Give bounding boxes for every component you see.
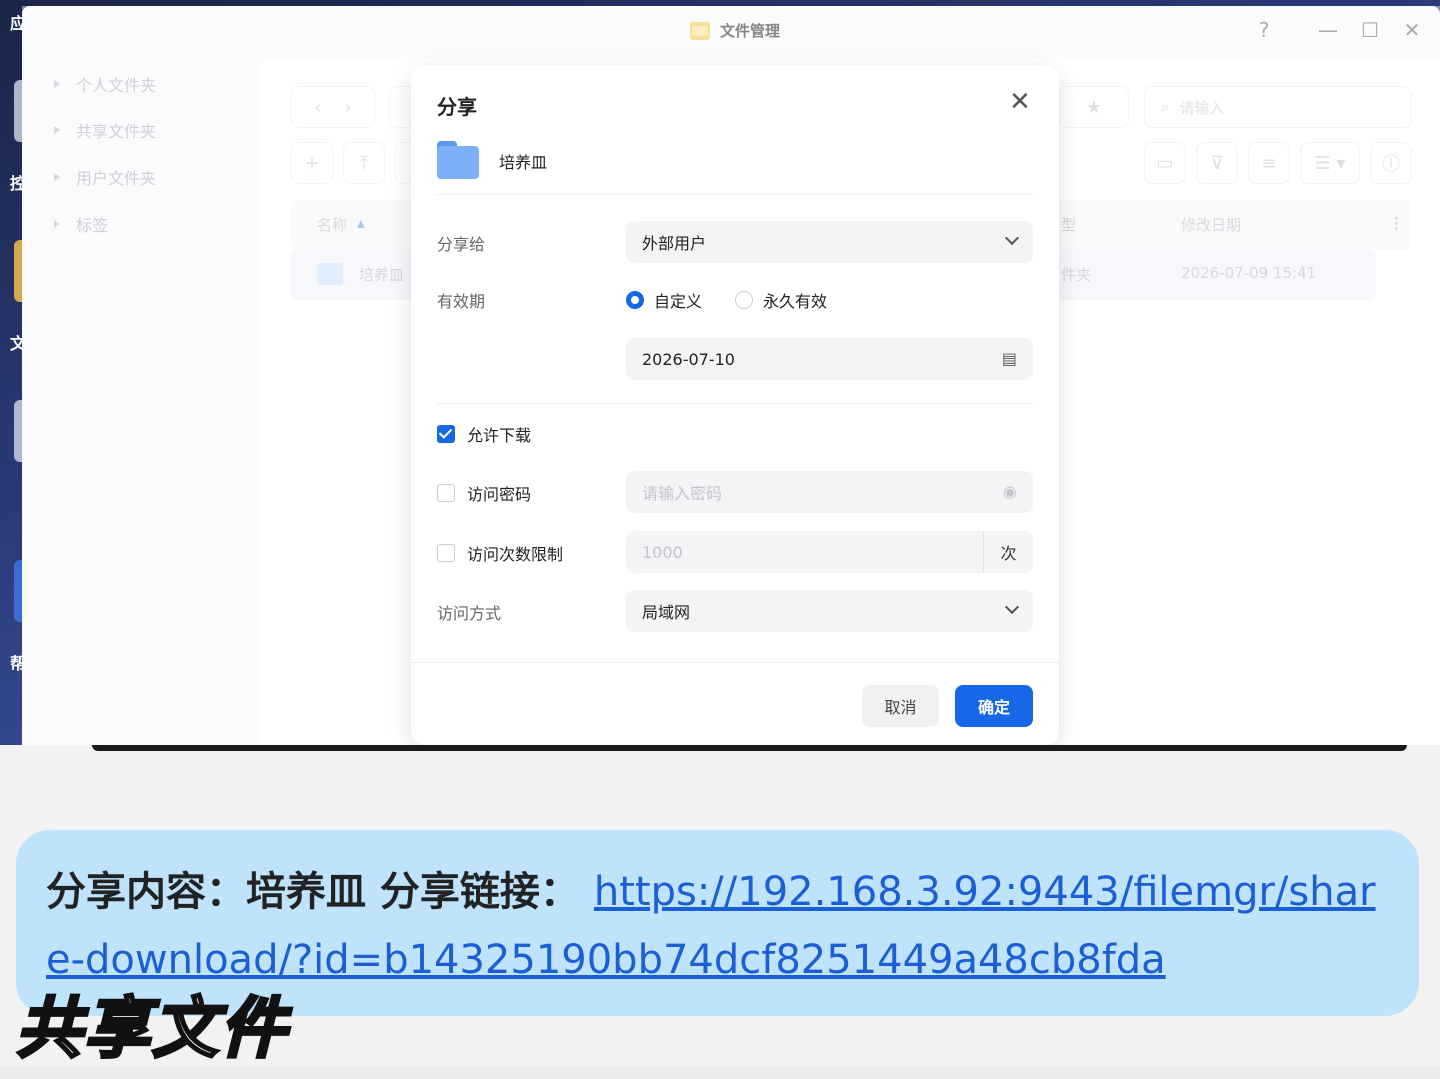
share-to-label: 分享给 <box>437 235 486 254</box>
password-field[interactable]: 请输入密码 ◉ <box>626 471 1033 513</box>
calendar-icon: ▤ <box>1001 349 1017 368</box>
checkbox-checked-icon <box>437 425 455 443</box>
limit-unit: 次 <box>983 531 1033 573</box>
checkbox-unchecked-icon <box>437 484 455 502</box>
message-prefix: 分享内容：培养皿 分享链接： <box>46 869 580 915</box>
radio-label: 永久有效 <box>763 292 828 311</box>
divider <box>437 403 1033 404</box>
desktop-strip: 应 控 文 帮 <box>0 0 28 745</box>
dialog-title: 分享 <box>437 95 477 119</box>
video-subtitle: 共享文件 <box>15 989 288 1069</box>
divider <box>411 662 1059 663</box>
password-placeholder: 请输入密码 <box>642 484 723 503</box>
confirm-button[interactable]: 确定 <box>955 685 1033 727</box>
password-checkbox[interactable]: 访问密码 <box>437 481 531 505</box>
limit-placeholder: 1000 <box>642 542 683 562</box>
access-label: 访问方式 <box>437 604 502 623</box>
radio-permanent[interactable]: 永久有效 <box>735 288 827 312</box>
access-value: 局域网 <box>642 603 691 622</box>
share-to-select[interactable]: 外部用户 <box>626 221 1033 263</box>
checkbox-label: 允许下载 <box>467 426 532 445</box>
divider <box>437 194 1033 195</box>
folder-icon <box>437 141 479 179</box>
checkbox-label: 访问次数限制 <box>467 545 564 564</box>
limit-field[interactable]: 1000 次 <box>626 531 1033 573</box>
checkbox-label: 访问密码 <box>467 485 532 504</box>
chevron-down-icon <box>1004 230 1020 246</box>
radio-custom[interactable]: 自定义 <box>626 288 702 312</box>
validity-label: 有效期 <box>437 292 486 311</box>
radio-label: 自定义 <box>654 292 703 311</box>
share-dialog: 分享 ✕ 培养皿 分享给 外部用户 有效期 自定义 永久有效 2026-07-1… <box>411 65 1059 745</box>
checkbox-unchecked-icon <box>437 544 455 562</box>
limit-checkbox[interactable]: 访问次数限制 <box>437 541 563 565</box>
allow-download-checkbox[interactable]: 允许下载 <box>437 422 531 446</box>
radio-selected-icon <box>626 291 644 309</box>
chevron-down-icon <box>1004 599 1020 615</box>
close-icon[interactable]: ✕ <box>1009 89 1031 115</box>
eye-icon[interactable]: ◉ <box>1003 482 1017 501</box>
cancel-button[interactable]: 取消 <box>862 685 939 727</box>
share-to-value: 外部用户 <box>642 234 707 253</box>
radio-unselected-icon <box>735 291 753 309</box>
date-picker[interactable]: 2026-07-10 ▤ <box>626 338 1033 380</box>
shared-folder-name: 培养皿 <box>499 153 548 172</box>
message-text: 分享内容：培养皿 分享链接： https://192.168.3.92:9443… <box>46 858 1396 994</box>
access-select[interactable]: 局域网 <box>626 590 1033 632</box>
bottom-divider <box>0 1066 1440 1079</box>
date-value: 2026-07-10 <box>642 349 735 369</box>
